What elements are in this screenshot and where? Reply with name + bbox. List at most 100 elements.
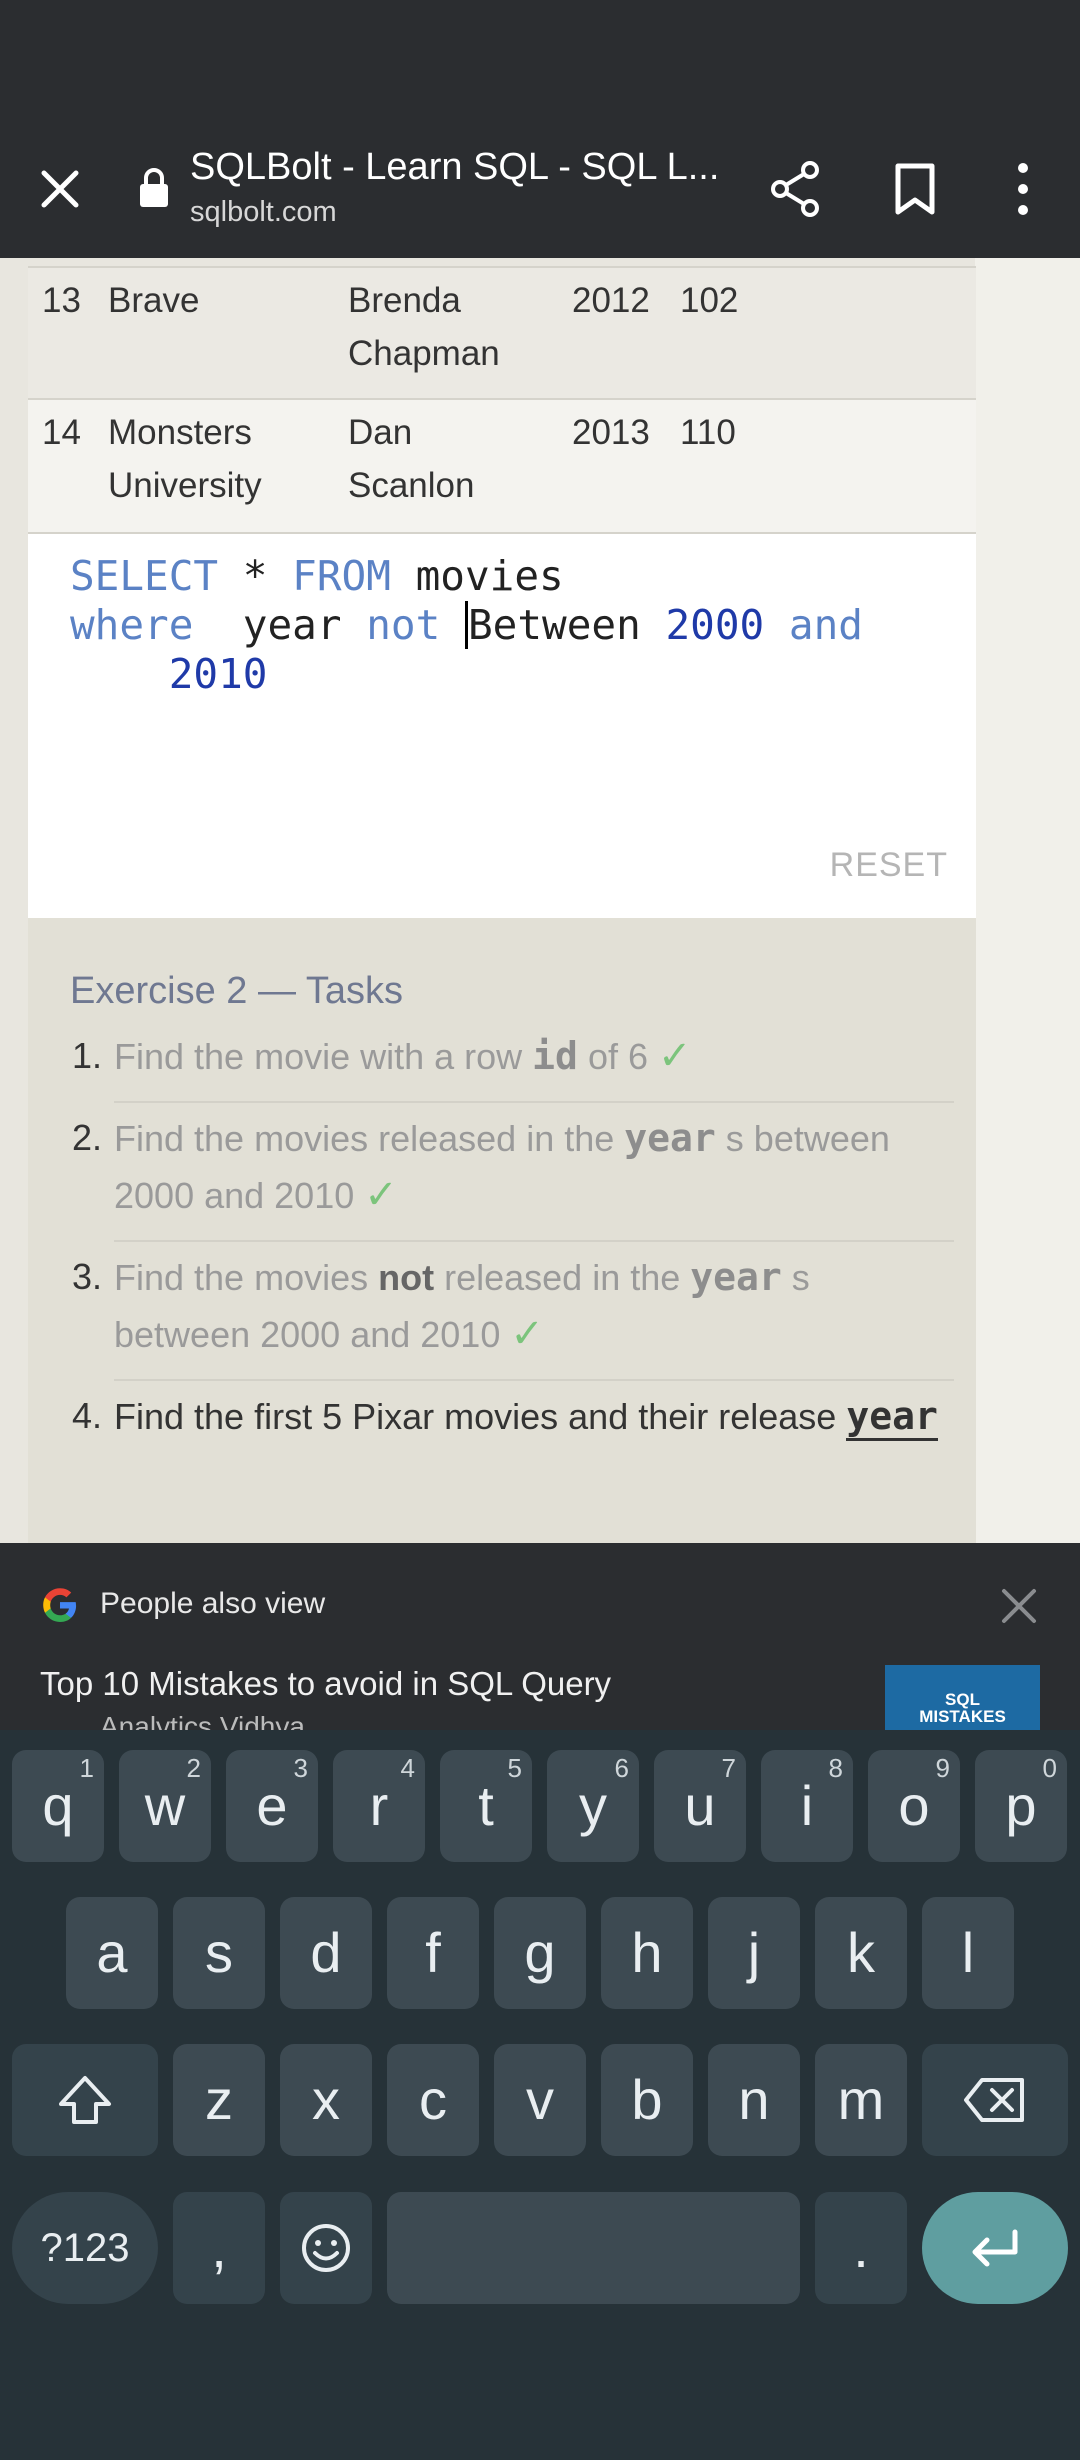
key-b[interactable]: b (601, 2044, 693, 2156)
key-r[interactable]: r4 (333, 1750, 425, 1862)
key-i[interactable]: i8 (761, 1750, 853, 1862)
browser-header: SQLBolt - Learn SQL - SQL L... sqlbolt.c… (0, 124, 1080, 258)
task-text: Find the movies released in the (114, 1118, 625, 1159)
keyword: SELECT (70, 552, 219, 600)
page-domain[interactable]: sqlbolt.com (190, 196, 337, 229)
task-code: year (690, 1255, 782, 1299)
key-letter: r (369, 1774, 389, 1837)
key-a[interactable]: a (66, 1897, 158, 2009)
backspace-key[interactable] (922, 2044, 1068, 2156)
key-n[interactable]: n (708, 2044, 800, 2156)
key-letter: o (898, 1774, 930, 1837)
keyword: FROM (292, 552, 391, 600)
page-margin (975, 258, 1080, 1543)
task-code: year (846, 1394, 938, 1441)
cell-title: Brave (108, 281, 200, 320)
key-c[interactable]: c (387, 2044, 479, 2156)
key-z[interactable]: z (173, 2044, 265, 2156)
keyword: where (70, 601, 194, 649)
close-panel-icon[interactable] (998, 1585, 1040, 1627)
key-o[interactable]: o9 (868, 1750, 960, 1862)
cell-length: 110 (680, 413, 736, 452)
divider (114, 1101, 954, 1103)
keyword: and (788, 601, 863, 649)
reset-button[interactable]: RESET (830, 846, 948, 885)
check-icon: ✓ (658, 1034, 692, 1078)
key-hint: 1 (79, 1753, 94, 1783)
key-letter: y (579, 1774, 607, 1837)
key-l[interactable]: l (922, 1897, 1014, 2009)
key-q[interactable]: q1 (12, 1750, 104, 1862)
key-y[interactable]: y6 (547, 1750, 639, 1862)
bookmark-icon[interactable] (880, 154, 950, 224)
cell-year: 2012 (572, 281, 650, 320)
key-letter: p (1005, 1774, 1037, 1837)
article-thumbnail[interactable]: SQL MISTAKES (885, 1665, 1040, 1730)
enter-icon (972, 2229, 1018, 2267)
cell-year: 2013 (572, 413, 650, 452)
key-k[interactable]: k (815, 1897, 907, 2009)
key-letter: t (478, 1774, 494, 1837)
key-m[interactable]: m (815, 2044, 907, 2156)
emoji-key[interactable] (280, 2192, 372, 2304)
key-s[interactable]: s (173, 1897, 265, 2009)
table-name: movies (415, 552, 564, 600)
key-hint: 0 (1042, 1753, 1057, 1783)
symbols-key[interactable]: ?123 (12, 2192, 158, 2304)
comma-key[interactable]: , (173, 2192, 265, 2304)
task-bold: not (378, 1257, 435, 1298)
task-number: 4. (72, 1395, 103, 1436)
cell-director-2: Chapman (348, 334, 500, 373)
spacebar[interactable] (387, 2192, 800, 2304)
key-j[interactable]: j (708, 1897, 800, 2009)
divider (114, 1379, 954, 1381)
cell-id: 13 (42, 281, 81, 320)
sql-code[interactable]: SELECT * FROM movies where year not Betw… (70, 552, 863, 699)
key-hint: 8 (828, 1753, 843, 1783)
key-hint: 7 (721, 1753, 736, 1783)
check-icon: ✓ (364, 1173, 398, 1217)
key-g[interactable]: g (494, 1897, 586, 2009)
people-also-view-panel: People also view Top 10 Mistakes to avoi… (0, 1543, 1080, 1730)
exercise-title: Exercise 2 — Tasks (70, 970, 403, 1012)
cell-director-2: Scanlon (348, 466, 475, 505)
key-w[interactable]: w2 (119, 1750, 211, 1862)
number: 2010 (168, 650, 268, 698)
key-x[interactable]: x (280, 2044, 372, 2156)
table-row: 14 Monsters University Dan Scanlon 2013 … (28, 400, 976, 534)
people-also-view-label: People also view (100, 1587, 326, 1620)
page-title[interactable]: SQLBolt - Learn SQL - SQL L... (190, 146, 730, 189)
close-icon[interactable] (30, 159, 90, 219)
lock-icon (140, 168, 168, 207)
task-code: year (624, 1116, 716, 1160)
key-e[interactable]: e3 (226, 1750, 318, 1862)
key-d[interactable]: d (280, 1897, 372, 2009)
task-number: 3. (72, 1256, 103, 1297)
cell-title-2: University (108, 466, 262, 505)
key-hint: 6 (614, 1753, 629, 1783)
key-u[interactable]: u7 (654, 1750, 746, 1862)
key-p[interactable]: p0 (975, 1750, 1067, 1862)
key-hint: 9 (935, 1753, 950, 1783)
number: 2000 (665, 601, 765, 649)
cell-title-1: Monsters (108, 413, 252, 452)
key-letter: i (800, 1774, 814, 1837)
text-cursor: Between (464, 601, 641, 649)
key-v[interactable]: v (494, 2044, 586, 2156)
star: * (242, 552, 268, 600)
enter-key[interactable] (922, 2192, 1068, 2304)
key-t[interactable]: t5 (440, 1750, 532, 1862)
cell-director-1: Dan (348, 413, 413, 452)
period-key[interactable]: . (815, 2192, 907, 2304)
more-options-icon[interactable] (988, 154, 1058, 224)
article-source: Analytics Vidhya (100, 1711, 305, 1730)
status-bar (0, 0, 1080, 124)
share-icon[interactable] (760, 154, 830, 224)
task-text: Find the movies (114, 1257, 379, 1298)
backspace-icon (964, 2078, 1024, 2122)
key-f[interactable]: f (387, 1897, 479, 2009)
key-h[interactable]: h (601, 1897, 693, 2009)
shift-key[interactable] (12, 2044, 158, 2156)
article-title[interactable]: Top 10 Mistakes to avoid in SQL Query (40, 1665, 611, 1703)
key-letter: w (144, 1774, 186, 1837)
